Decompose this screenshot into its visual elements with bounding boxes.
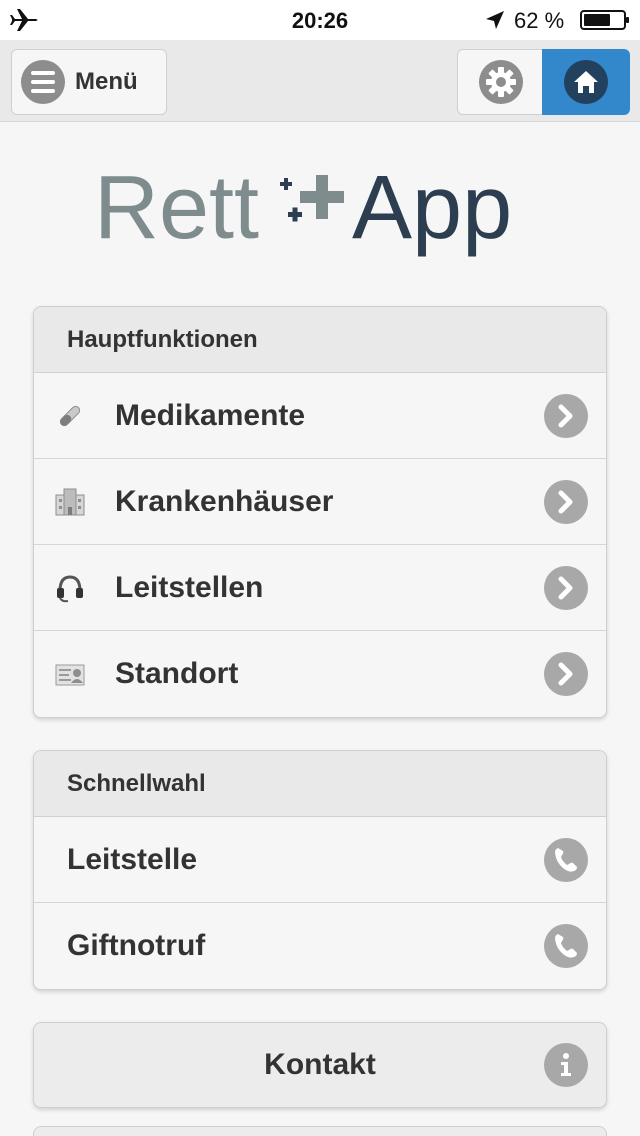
schnellwahl-header: Schnellwahl (34, 751, 606, 817)
list-item-giftnotruf[interactable]: Giftnotruf (34, 903, 606, 989)
hospital-icon (55, 488, 85, 516)
home-icon (564, 60, 608, 104)
phone-icon (544, 924, 588, 968)
chevron-right-icon (544, 566, 588, 610)
phone-icon (544, 838, 588, 882)
status-bar: 20:26 62 % (0, 0, 640, 40)
kontakt-button[interactable]: Kontakt (33, 1022, 607, 1108)
list-item-krankenhaeuser[interactable]: Krankenhäuser (34, 459, 606, 545)
battery-icon (580, 10, 629, 30)
list-item-leitstelle[interactable]: Leitstelle (34, 817, 606, 903)
info-icon (544, 1043, 588, 1087)
header-toolbar: Menü (0, 40, 640, 122)
list-item-label: Krankenhäuser (115, 484, 334, 518)
battery-percentage: 62 % (514, 8, 565, 33)
list-item-label: Leitstellen (115, 570, 264, 604)
pill-icon (59, 405, 81, 427)
hamburger-icon (21, 60, 65, 104)
list-item-leitstellen[interactable]: Leitstellen (34, 545, 606, 631)
list-item-label: Standort (115, 657, 239, 690)
hauptfunktionen-header: Hauptfunktionen (34, 307, 606, 373)
location-arrow-icon (486, 11, 504, 29)
settings-button[interactable] (457, 49, 543, 115)
list-item-label: Giftnotruf (67, 929, 206, 962)
next-card-partial (33, 1126, 607, 1136)
app-logo: Rett App (94, 158, 512, 258)
location-card-icon (55, 664, 85, 686)
list-item-label: Medikamente (115, 398, 306, 432)
gear-icon (478, 60, 523, 104)
svg-text:Rett: Rett (94, 158, 259, 258)
chevron-right-icon (544, 394, 588, 438)
headset-icon (57, 575, 83, 603)
schnellwahl-card: Schnellwahl Leitstelle Giftnotruf (33, 750, 607, 990)
svg-text:App: App (352, 158, 512, 258)
list-item-standort[interactable]: Standort (34, 631, 606, 717)
menu-label: Menü (75, 68, 138, 95)
list-item-label: Leitstelle (67, 842, 198, 876)
hauptfunktionen-card: Hauptfunktionen Medikamente Krankenhäuse… (33, 306, 607, 718)
kontakt-label: Kontakt (264, 1048, 376, 1081)
home-button[interactable] (542, 49, 630, 115)
chevron-right-icon (544, 480, 588, 524)
menu-button[interactable]: Menü (11, 49, 167, 115)
list-item-medikamente[interactable]: Medikamente (34, 373, 606, 459)
chevron-right-icon (544, 652, 588, 696)
